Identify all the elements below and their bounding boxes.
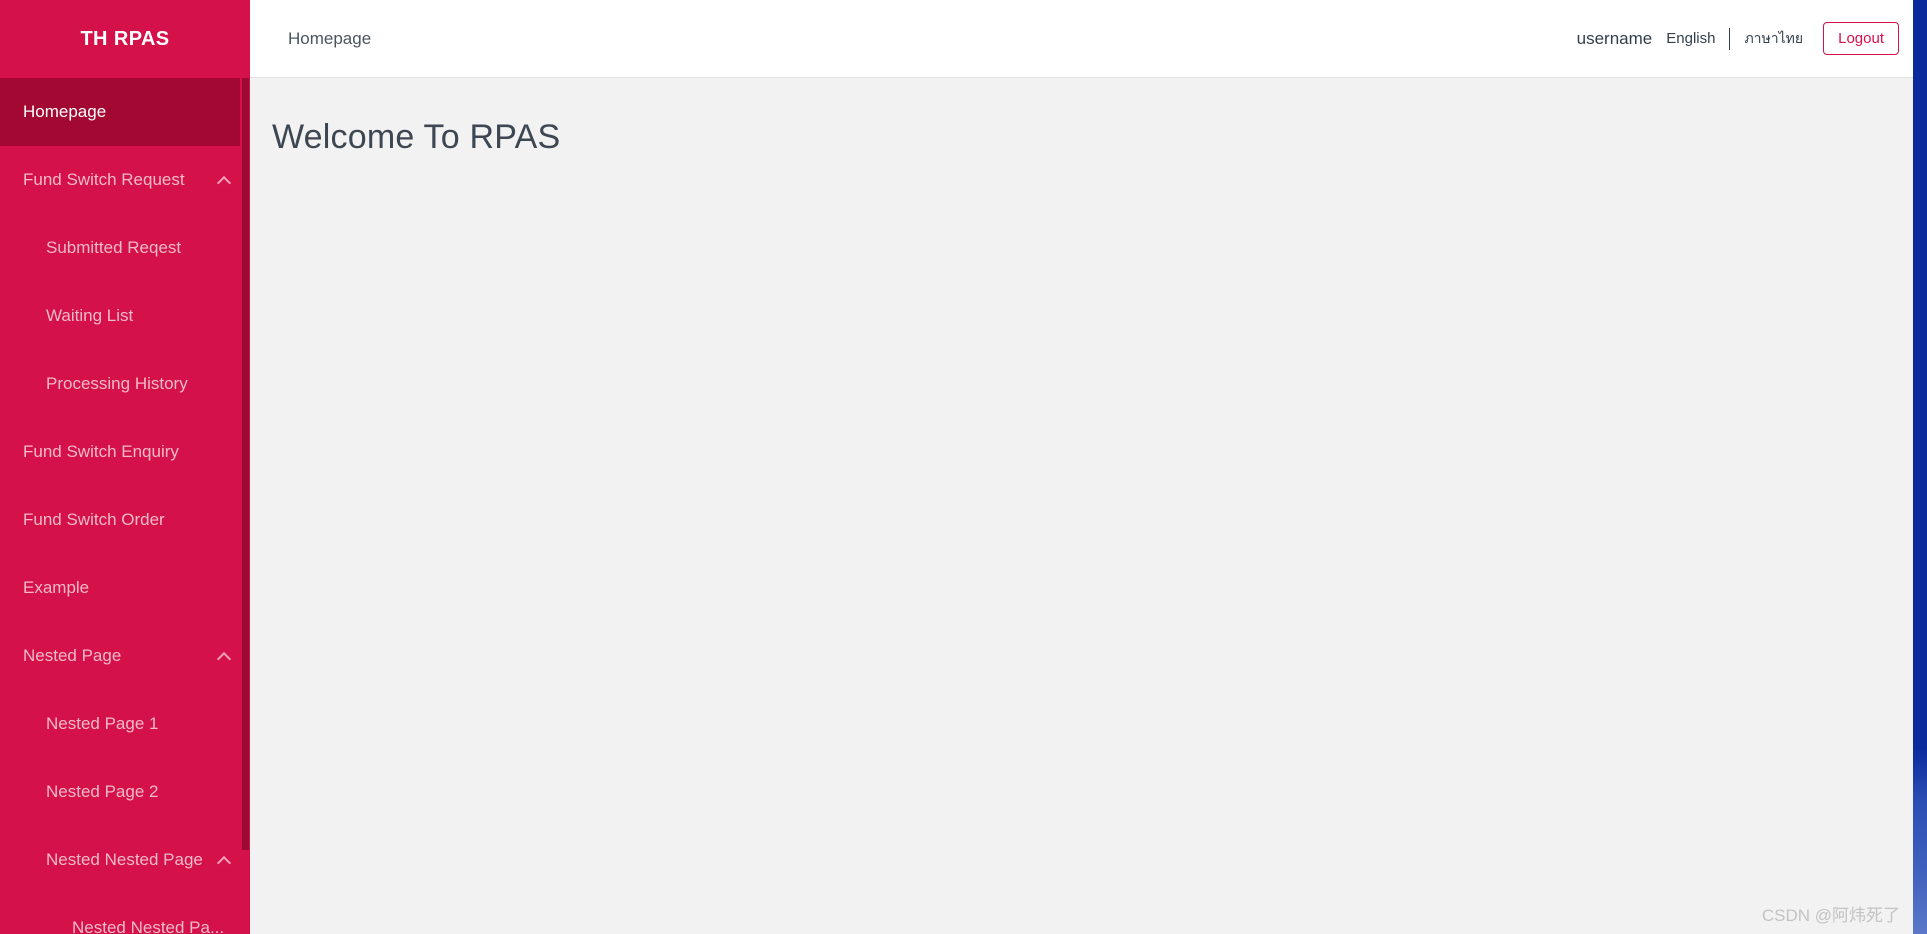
breadcrumb[interactable]: Homepage	[288, 29, 371, 49]
sidebar-item-label: Fund Switch Enquiry	[23, 442, 179, 461]
username-label: username	[1576, 28, 1653, 48]
sidebar-item-label: Example	[23, 578, 90, 597]
sidebar-scrollbar-thumb[interactable]	[242, 78, 249, 850]
sidebar-menu: Homepage Fund Switch Request Submitted Req…	[0, 78, 250, 934]
brand-title: TH RPAS	[80, 27, 170, 50]
sidebar-item-processing-history[interactable]: Processing History	[0, 350, 250, 418]
sidebar-item-label: Submitted Reqest	[46, 238, 182, 257]
sidebar-item-submitted-reqest[interactable]: Submitted Reqest	[0, 214, 250, 282]
sidebar-item-label: Homepage	[23, 102, 107, 121]
sidebar-item-label: Nested Page 2	[46, 782, 159, 801]
sidebar-item-nested-page[interactable]: Nested Page	[0, 622, 250, 690]
header-actions: username English ภาษาไทย Logout	[1577, 22, 1899, 55]
main-content: Welcome To RPAS	[250, 78, 1927, 934]
sidebar-item-label: Nested Nested Page	[46, 850, 203, 869]
sidebar-item-label: Nested Nested Pa...	[72, 918, 225, 934]
sidebar-item-nested-nested-pa[interactable]: Nested Nested Pa...	[0, 894, 250, 934]
sidebar-item-label: Nested Page	[23, 646, 122, 665]
sidebar-item-homepage[interactable]: Homepage	[0, 78, 250, 146]
page-title: Welcome To RPAS	[272, 118, 561, 156]
language-divider	[1729, 27, 1731, 50]
language-option-thai[interactable]: ภาษาไทย	[1744, 28, 1803, 50]
sidebar-item-fund-switch-request[interactable]: Fund Switch Request	[0, 146, 250, 214]
right-pane: Homepage username English ภาษาไทย Logout…	[250, 0, 1927, 934]
sidebar-item-label: Waiting List	[46, 306, 134, 325]
sidebar-item-label: Processing History	[46, 374, 188, 393]
sidebar-item-fund-switch-order[interactable]: Fund Switch Order	[0, 486, 250, 554]
sidebar-item-nested-nested-page[interactable]: Nested Nested Page	[0, 826, 250, 894]
sidebar-item-label: Fund Switch Order	[23, 510, 165, 529]
sidebar-item-label: Nested Page 1	[46, 714, 159, 733]
sidebar-item-nested-page-2[interactable]: Nested Page 2	[0, 758, 250, 826]
logout-button[interactable]: Logout	[1823, 22, 1899, 55]
sidebar-item-label: Fund Switch Request	[23, 170, 185, 189]
chevron-up-icon[interactable]	[216, 852, 232, 868]
window-edge-strip	[1913, 0, 1927, 934]
top-header-bar: Homepage username English ภาษาไทย Logout	[250, 0, 1927, 78]
sidebar: TH RPAS Homepage Fund Switch Request Submi…	[0, 0, 250, 934]
chevron-up-icon[interactable]	[216, 172, 232, 188]
sidebar-logo[interactable]: TH RPAS	[0, 0, 250, 78]
chevron-up-icon[interactable]	[216, 648, 232, 664]
app-root: TH RPAS Homepage Fund Switch Request Submi…	[0, 0, 1927, 934]
language-option-english[interactable]: English	[1666, 30, 1715, 47]
sidebar-item-nested-page-1[interactable]: Nested Page 1	[0, 690, 250, 758]
sidebar-item-example[interactable]: Example	[0, 554, 250, 622]
sidebar-item-waiting-list[interactable]: Waiting List	[0, 282, 250, 350]
sidebar-item-fund-switch-enquiry[interactable]: Fund Switch Enquiry	[0, 418, 250, 486]
watermark-label: CSDN @阿炜死了	[1761, 906, 1900, 925]
sidebar-scroll-area: Homepage Fund Switch Request Submitted Req…	[0, 78, 250, 934]
